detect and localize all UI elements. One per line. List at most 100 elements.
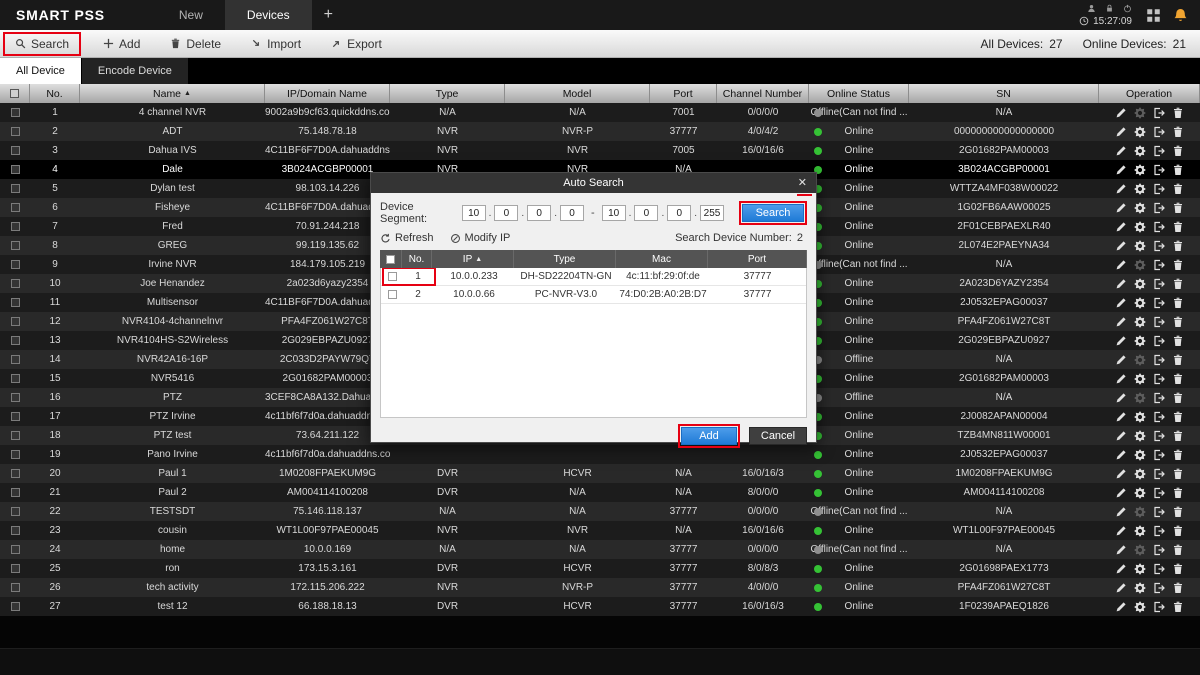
delete-icon[interactable] (1172, 259, 1184, 271)
channel-export-icon[interactable] (1153, 506, 1165, 518)
settings-icon[interactable] (1134, 164, 1146, 176)
settings-icon[interactable] (1134, 430, 1146, 442)
settings-icon[interactable] (1134, 449, 1146, 461)
settings-icon[interactable] (1134, 335, 1146, 347)
delete-icon[interactable] (1172, 373, 1184, 385)
delete-icon[interactable] (1172, 582, 1184, 594)
device-row[interactable]: 3Dahua IVS4C11BF6F7D0A.dahuaddns.comNVRN… (0, 141, 1200, 160)
settings-icon[interactable] (1134, 202, 1146, 214)
row-checkbox[interactable] (0, 145, 30, 156)
edit-icon[interactable] (1115, 278, 1127, 290)
channel-export-icon[interactable] (1153, 278, 1165, 290)
edit-icon[interactable] (1115, 183, 1127, 195)
edit-icon[interactable] (1115, 145, 1127, 157)
col-header-ip[interactable]: IP▲ (432, 250, 514, 268)
channel-export-icon[interactable] (1153, 601, 1165, 613)
col-header-type[interactable]: Type (514, 250, 616, 268)
ip-octet-input[interactable]: 0 (560, 205, 584, 221)
delete-icon[interactable] (1172, 544, 1184, 556)
search-result-row[interactable]: 210.0.0.66PC-NVR-V3.074:D0:2B:A0:2B:D737… (381, 286, 806, 304)
ip-octet-input[interactable]: 0 (494, 205, 518, 221)
tab-devices[interactable]: Devices (225, 0, 312, 30)
ip-octet-input[interactable]: 0 (634, 205, 658, 221)
delete-icon[interactable] (1172, 145, 1184, 157)
refresh-button[interactable]: Refresh (380, 232, 434, 244)
row-checkbox[interactable] (0, 582, 30, 593)
lock-icon[interactable] (1105, 4, 1114, 13)
channel-export-icon[interactable] (1153, 449, 1165, 461)
ip-octet-input[interactable]: 10 (602, 205, 626, 221)
settings-icon[interactable] (1134, 411, 1146, 423)
row-checkbox[interactable] (0, 544, 30, 555)
row-checkbox[interactable] (0, 354, 30, 365)
delete-icon[interactable] (1172, 506, 1184, 518)
settings-icon[interactable] (1134, 506, 1146, 518)
select-all-checkbox[interactable] (380, 250, 402, 268)
row-checkbox[interactable] (381, 289, 403, 300)
col-header-no[interactable]: No. (402, 250, 432, 268)
channel-export-icon[interactable] (1153, 221, 1165, 233)
settings-icon[interactable] (1134, 221, 1146, 233)
delete-icon[interactable] (1172, 316, 1184, 328)
edit-icon[interactable] (1115, 449, 1127, 461)
channel-export-icon[interactable] (1153, 316, 1165, 328)
edit-icon[interactable] (1115, 430, 1127, 442)
row-checkbox[interactable] (0, 126, 30, 137)
edit-icon[interactable] (1115, 126, 1127, 138)
edit-icon[interactable] (1115, 202, 1127, 214)
channel-export-icon[interactable] (1153, 411, 1165, 423)
row-checkbox[interactable] (0, 601, 30, 612)
delete-icon[interactable] (1172, 468, 1184, 480)
tab-new[interactable]: New (157, 0, 225, 30)
settings-icon[interactable] (1134, 487, 1146, 499)
import-button[interactable]: Import (243, 35, 309, 53)
edit-icon[interactable] (1115, 582, 1127, 594)
delete-icon[interactable] (1172, 449, 1184, 461)
row-checkbox[interactable] (0, 202, 30, 213)
channel-export-icon[interactable] (1153, 468, 1165, 480)
dialog-cancel-button[interactable]: Cancel (749, 427, 807, 445)
delete-icon[interactable] (1172, 126, 1184, 138)
delete-icon[interactable] (1172, 278, 1184, 290)
dialog-add-button[interactable]: Add (681, 427, 737, 445)
col-header-port[interactable]: Port (708, 250, 807, 268)
channel-export-icon[interactable] (1153, 202, 1165, 214)
delete-icon[interactable] (1172, 107, 1184, 119)
col-header-mac[interactable]: Mac (616, 250, 708, 268)
delete-icon[interactable] (1172, 354, 1184, 366)
tab-encode-device[interactable]: Encode Device (82, 58, 188, 84)
edit-icon[interactable] (1115, 240, 1127, 252)
channel-export-icon[interactable] (1153, 126, 1165, 138)
row-checkbox[interactable] (0, 392, 30, 403)
edit-icon[interactable] (1115, 373, 1127, 385)
edit-icon[interactable] (1115, 544, 1127, 556)
settings-icon[interactable] (1134, 582, 1146, 594)
row-checkbox[interactable] (0, 316, 30, 327)
settings-icon[interactable] (1134, 259, 1146, 271)
edit-icon[interactable] (1115, 411, 1127, 423)
channel-export-icon[interactable] (1153, 164, 1165, 176)
row-checkbox[interactable] (0, 430, 30, 441)
col-header-name[interactable]: Name▲ (80, 84, 265, 103)
device-row[interactable]: 22TESTSDT75.146.118.137N/AN/A377770/0/0/… (0, 502, 1200, 521)
device-row[interactable]: 24home10.0.0.169N/AN/A377770/0/0/0Offlin… (0, 540, 1200, 559)
search-button[interactable]: Search (7, 35, 77, 53)
channel-export-icon[interactable] (1153, 525, 1165, 537)
ip-octet-input[interactable]: 0 (667, 205, 691, 221)
settings-icon[interactable] (1134, 183, 1146, 195)
delete-button[interactable]: Delete (162, 35, 229, 53)
search-result-row[interactable]: 110.0.0.233DH-SD22204TN-GN4c:11:bf:29:0f… (381, 268, 806, 286)
add-tab-button[interactable]: + (324, 0, 333, 30)
channel-export-icon[interactable] (1153, 145, 1165, 157)
delete-icon[interactable] (1172, 430, 1184, 442)
delete-icon[interactable] (1172, 164, 1184, 176)
row-checkbox[interactable] (0, 411, 30, 422)
delete-icon[interactable] (1172, 487, 1184, 499)
tab-all-device[interactable]: All Device (0, 58, 81, 84)
channel-export-icon[interactable] (1153, 373, 1165, 385)
col-header-no[interactable]: No. (30, 84, 80, 103)
row-checkbox[interactable] (0, 183, 30, 194)
settings-icon[interactable] (1134, 563, 1146, 575)
edit-icon[interactable] (1115, 525, 1127, 537)
alarm-bell-icon[interactable] (1173, 8, 1188, 23)
